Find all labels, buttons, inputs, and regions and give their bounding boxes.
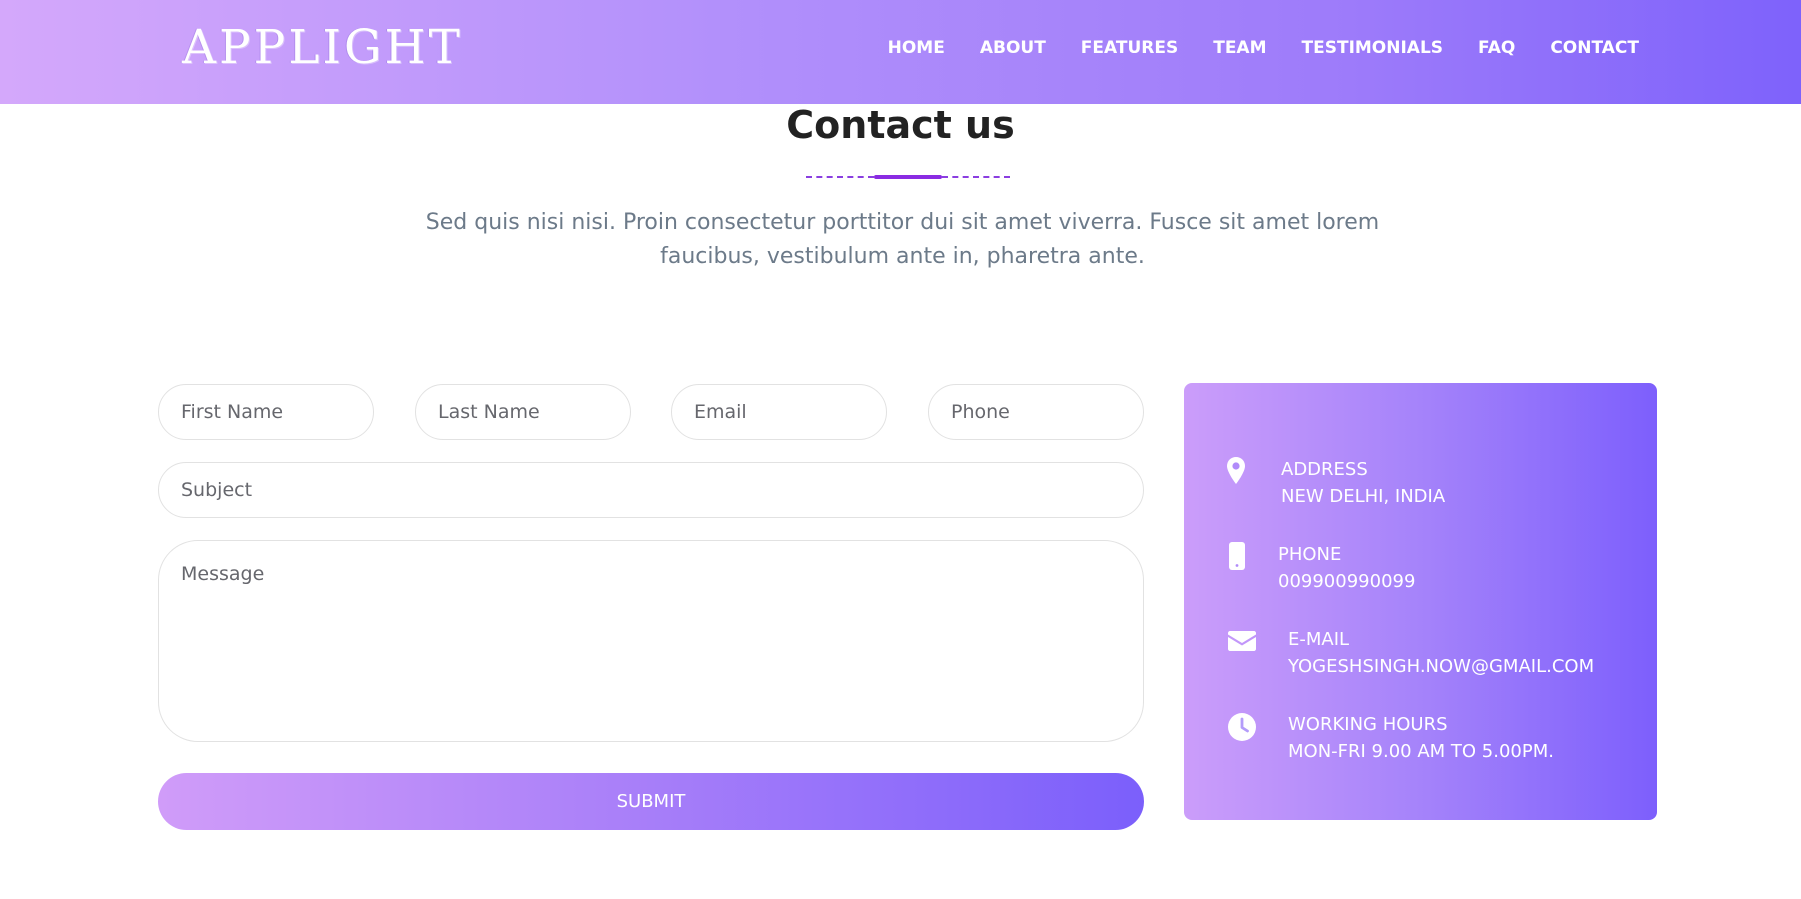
divider-dash-right [942,176,1010,178]
nav-item-team[interactable]: TEAM [1213,38,1266,58]
nav-item-about[interactable]: ABOUT [980,38,1046,58]
message-textarea[interactable] [158,540,1144,742]
submit-button[interactable]: SUBMIT [158,773,1144,830]
last-name-input[interactable] [415,384,631,440]
nav-item-home[interactable]: HOME [888,38,945,58]
email-input[interactable] [671,384,887,440]
clock-icon [1227,712,1257,746]
phone-text: PHONE 009900990099 [1278,541,1415,595]
phone-value: 009900990099 [1278,571,1416,592]
title-divider [806,175,1010,179]
main-nav: HOME ABOUT FEATURES TEAM TESTIMONIALS FA… [853,38,1639,58]
email-text: E-MAIL YOGESHSINGH.NOW@GMAIL.COM [1288,626,1594,680]
mobile-phone-icon [1228,541,1246,575]
email-label: E-MAIL [1288,629,1350,650]
envelope-icon [1227,630,1257,656]
address-label: ADDRESS [1281,459,1368,480]
map-pin-icon [1226,456,1246,490]
nav-item-faq[interactable]: FAQ [1478,38,1515,58]
brand-logo[interactable]: APPLIGHT [182,20,463,75]
site-header: APPLIGHT HOME ABOUT FEATURES TEAM TESTIM… [0,0,1801,104]
info-item-email: E-MAIL YOGESHSINGH.NOW@GMAIL.COM [1184,626,1657,686]
subject-input[interactable] [158,462,1144,518]
divider-dash-left [806,176,874,178]
nav-item-features[interactable]: FEATURES [1081,38,1178,58]
address-text: ADDRESS NEW DELHI, INDIA [1281,456,1445,510]
nav-item-contact[interactable]: CONTACT [1550,38,1639,58]
phone-input[interactable] [928,384,1144,440]
phone-label: PHONE [1278,544,1342,565]
contact-info-card: ADDRESS NEW DELHI, INDIA PHONE 009900990… [1184,383,1657,820]
address-value: NEW DELHI, INDIA [1281,486,1446,507]
info-item-hours: WORKING HOURS MON-FRI 9.00 AM TO 5.00PM. [1184,711,1657,771]
divider-solid-center [874,175,942,179]
first-name-input[interactable] [158,384,374,440]
hours-value: MON-FRI 9.00 AM TO 5.00PM. [1288,741,1554,762]
hours-label: WORKING HOURS [1288,714,1448,735]
hours-text: WORKING HOURS MON-FRI 9.00 AM TO 5.00PM. [1288,711,1554,765]
section-title: Contact us [786,103,1015,147]
section-description: Sed quis nisi nisi. Proin consectetur po… [425,210,1380,269]
info-item-address: ADDRESS NEW DELHI, INDIA [1184,456,1657,516]
email-value[interactable]: YOGESHSINGH.NOW@GMAIL.COM [1288,653,1594,680]
info-item-phone: PHONE 009900990099 [1184,541,1657,601]
nav-item-testimonials[interactable]: TESTIMONIALS [1302,38,1444,58]
